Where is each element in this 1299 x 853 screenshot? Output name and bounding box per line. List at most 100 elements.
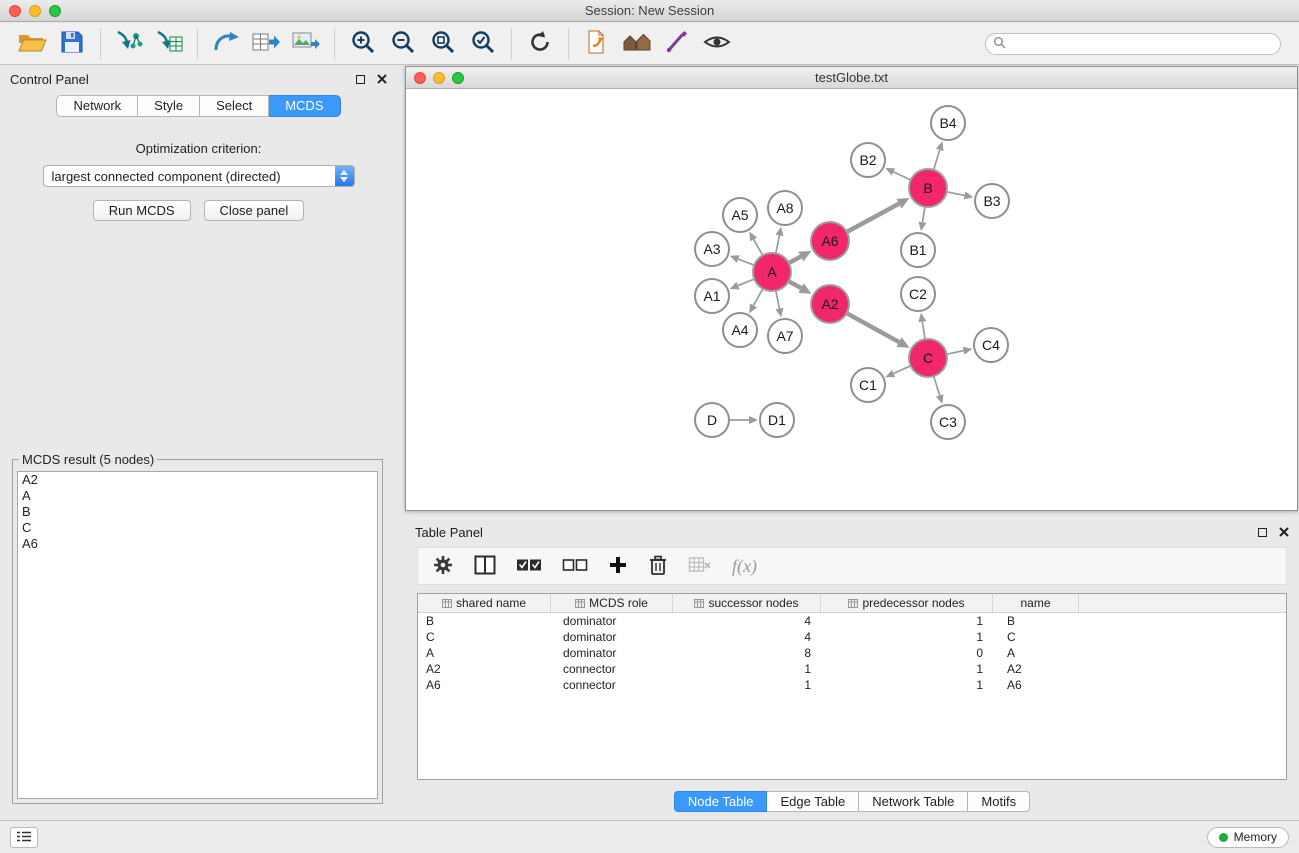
tab-network-table[interactable]: Network Table xyxy=(859,791,968,812)
memory-button[interactable]: Memory xyxy=(1207,827,1289,848)
cell-shared-name[interactable]: A2 xyxy=(418,661,551,677)
mcds-result-list[interactable]: A2ABCA6 xyxy=(17,471,378,799)
cell-name[interactable]: A xyxy=(993,645,1079,661)
cell-name[interactable]: A2 xyxy=(993,661,1079,677)
cell-name[interactable]: C xyxy=(993,629,1079,645)
tab-node-table[interactable]: Node Table xyxy=(674,791,768,812)
zoom-in-button[interactable] xyxy=(343,27,383,61)
mcds-result-item[interactable]: A xyxy=(18,488,377,504)
mcds-result-item[interactable]: B xyxy=(18,504,377,520)
cell-successor-nodes[interactable]: 4 xyxy=(673,613,821,629)
cell-predecessor-nodes[interactable]: 0 xyxy=(821,645,993,661)
annotation-button[interactable] xyxy=(657,27,697,61)
select-all-button[interactable] xyxy=(516,552,542,580)
close-panel-button[interactable]: Close panel xyxy=(204,200,305,221)
dropdown-stepper-icon[interactable] xyxy=(335,166,354,186)
import-table-button[interactable] xyxy=(149,27,189,61)
delete-table-button[interactable] xyxy=(688,552,712,580)
open-session-button[interactable] xyxy=(12,27,52,61)
mcds-result-item[interactable]: A2 xyxy=(18,472,377,488)
table-row[interactable]: Cdominator41C xyxy=(418,629,1286,645)
close-panel-icon[interactable] xyxy=(1279,525,1289,540)
network-share-button[interactable] xyxy=(206,27,246,61)
graph-edge-A-A6[interactable] xyxy=(789,257,801,263)
cell-MCDS-role[interactable]: connector xyxy=(551,677,673,693)
cell-MCDS-role[interactable]: dominator xyxy=(551,613,673,629)
maximize-window-button[interactable] xyxy=(49,5,61,17)
cell-predecessor-nodes[interactable]: 1 xyxy=(821,661,993,677)
graph-edge-C-C4[interactable] xyxy=(947,351,964,355)
cell-successor-nodes[interactable]: 1 xyxy=(673,677,821,693)
graph-edge-B-B3[interactable] xyxy=(947,192,965,196)
page-arrow-button[interactable] xyxy=(577,27,617,61)
zoom-selected-button[interactable] xyxy=(463,27,503,61)
delete-button[interactable] xyxy=(648,552,668,580)
column-header-name[interactable]: name xyxy=(993,594,1079,612)
refresh-layout-button[interactable] xyxy=(520,27,560,61)
column-header-successor-nodes[interactable]: successor nodes xyxy=(673,594,821,612)
tab-edge-table[interactable]: Edge Table xyxy=(767,791,859,812)
cell-shared-name[interactable]: C xyxy=(418,629,551,645)
tab-network[interactable]: Network xyxy=(56,95,138,117)
show-hide-button[interactable] xyxy=(697,27,737,61)
add-column-button[interactable] xyxy=(608,552,628,580)
column-header-predecessor-nodes[interactable]: predecessor nodes xyxy=(821,594,993,612)
cell-predecessor-nodes[interactable]: 1 xyxy=(821,677,993,693)
cell-shared-name[interactable]: B xyxy=(418,613,551,629)
graph-edge-A-A2[interactable] xyxy=(789,281,801,288)
graph-edge-A6-B[interactable] xyxy=(847,204,899,232)
mcds-result-item[interactable]: A6 xyxy=(18,536,377,552)
zoom-fit-button[interactable] xyxy=(423,27,463,61)
graph-edge-A-A5[interactable] xyxy=(754,239,763,255)
table-row[interactable]: Bdominator41B xyxy=(418,613,1286,629)
column-header-shared-name[interactable]: shared name xyxy=(418,594,551,612)
network-minimize-button[interactable] xyxy=(433,72,445,84)
deselect-all-button[interactable] xyxy=(562,552,588,580)
cell-predecessor-nodes[interactable]: 1 xyxy=(821,629,993,645)
search-field[interactable] xyxy=(985,33,1281,55)
column-header-MCDS-role[interactable]: MCDS role xyxy=(551,594,673,612)
network-window-titlebar[interactable]: testGlobe.txt xyxy=(406,67,1297,89)
network-close-button[interactable] xyxy=(414,72,426,84)
graph-edge-C-C3[interactable] xyxy=(934,376,940,395)
task-history-button[interactable] xyxy=(10,827,38,848)
mcds-result-item[interactable]: C xyxy=(18,520,377,536)
search-input[interactable] xyxy=(1010,35,1280,53)
float-panel-icon[interactable] xyxy=(356,75,365,84)
cell-MCDS-role[interactable]: dominator xyxy=(551,629,673,645)
minimize-window-button[interactable] xyxy=(29,5,41,17)
cell-successor-nodes[interactable]: 8 xyxy=(673,645,821,661)
criterion-dropdown[interactable]: largest connected component (directed) xyxy=(43,165,355,187)
import-network-button[interactable] xyxy=(109,27,149,61)
show-columns-button[interactable] xyxy=(474,552,496,580)
graph-edge-B-B2[interactable] xyxy=(893,172,910,180)
graph-edge-A-A4[interactable] xyxy=(754,289,763,306)
graph-edge-A-A7[interactable] xyxy=(776,291,780,309)
save-session-button[interactable] xyxy=(52,27,92,61)
close-panel-icon[interactable] xyxy=(377,72,387,87)
cell-predecessor-nodes[interactable]: 1 xyxy=(821,613,993,629)
tab-motifs[interactable]: Motifs xyxy=(968,791,1030,812)
graph-edge-A-A3[interactable] xyxy=(738,259,754,265)
export-table-button[interactable] xyxy=(246,27,286,61)
graph-edge-A2-C[interactable] xyxy=(847,313,899,342)
graph-edge-A-A8[interactable] xyxy=(776,235,780,253)
network-canvas[interactable]: B4B2BB3A5A8A6B1A3AC2A1A2A4A7C4CC1C3DD1 xyxy=(406,90,1297,510)
graph-edge-C-C2[interactable] xyxy=(922,322,925,340)
graph-edge-C-C1[interactable] xyxy=(894,366,911,374)
cell-name[interactable]: B xyxy=(993,613,1079,629)
cell-successor-nodes[interactable]: 4 xyxy=(673,629,821,645)
cell-shared-name[interactable]: A6 xyxy=(418,677,551,693)
table-settings-button[interactable] xyxy=(432,552,454,580)
graph-edge-B-B1[interactable] xyxy=(922,207,925,223)
cell-MCDS-role[interactable]: dominator xyxy=(551,645,673,661)
close-window-button[interactable] xyxy=(9,5,21,17)
cell-name[interactable]: A6 xyxy=(993,677,1079,693)
run-mcds-button[interactable]: Run MCDS xyxy=(93,200,191,221)
cell-shared-name[interactable]: A xyxy=(418,645,551,661)
graph-edge-B-B4[interactable] xyxy=(934,150,940,170)
export-image-button[interactable] xyxy=(286,27,326,61)
network-maximize-button[interactable] xyxy=(452,72,464,84)
function-builder-button[interactable]: f(x) xyxy=(732,552,757,580)
table-row[interactable]: A2connector11A2 xyxy=(418,661,1286,677)
